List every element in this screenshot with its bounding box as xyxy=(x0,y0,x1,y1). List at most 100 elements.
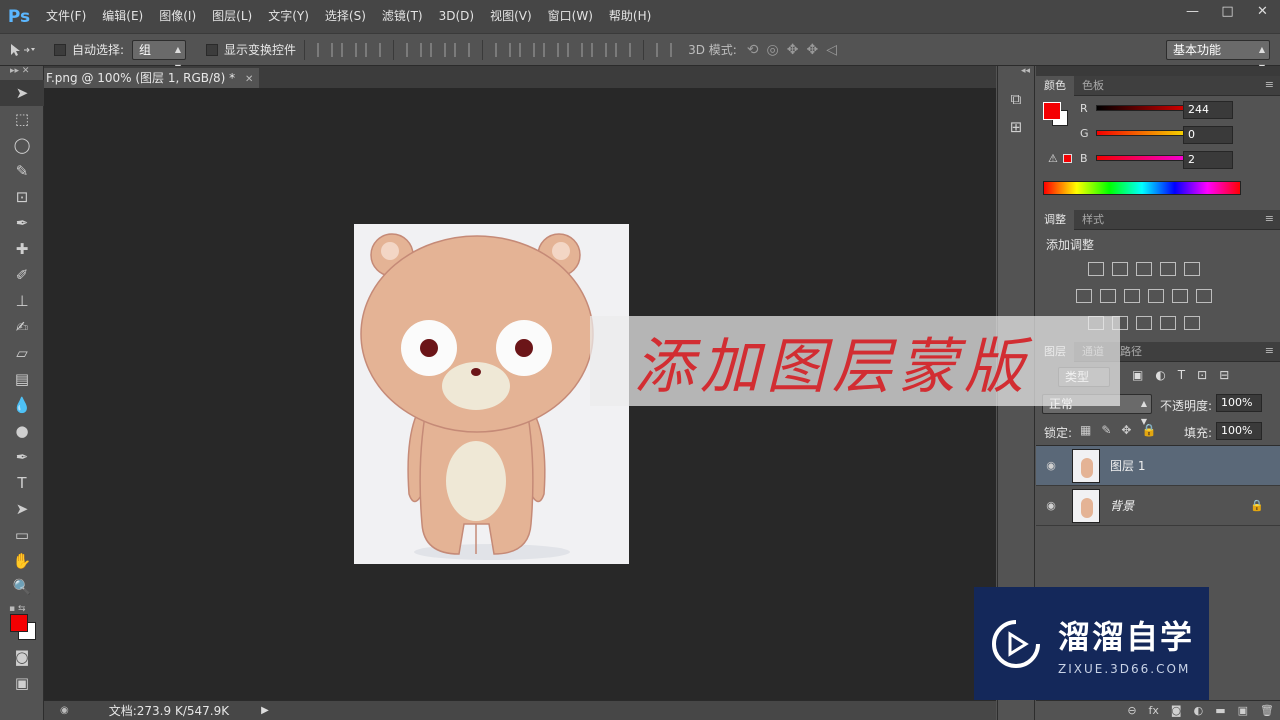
r-value[interactable]: 244 xyxy=(1183,101,1233,119)
distribute-right-icon[interactable] xyxy=(615,42,632,57)
fx-icon[interactable]: fx xyxy=(1149,704,1159,717)
gradient-tool-icon[interactable]: ▤ xyxy=(0,366,44,392)
color-balance-icon[interactable] xyxy=(1100,289,1116,303)
menu-image[interactable]: 图像(I) xyxy=(151,0,204,33)
fg-color-swatch[interactable] xyxy=(1043,102,1061,120)
trash-icon[interactable]: 🗑 xyxy=(1260,704,1274,717)
curves-icon[interactable] xyxy=(1136,262,1152,276)
quick-mask-icon[interactable]: ◙ xyxy=(0,644,44,670)
move-tool-icon[interactable] xyxy=(0,42,44,58)
dodge-tool-icon[interactable]: ● xyxy=(0,418,44,444)
new-layer-icon[interactable]: ▣ xyxy=(1238,704,1248,717)
add-mask-icon[interactable]: ◙ xyxy=(1171,704,1182,717)
color-lookup-icon[interactable] xyxy=(1196,289,1212,303)
history-brush-tool-icon[interactable]: ✍ xyxy=(0,314,44,340)
align-top-icon[interactable] xyxy=(317,42,334,57)
layer-filter-icons[interactable]: ▣◐T⊡⊟ xyxy=(1132,368,1241,382)
hand-tool-icon[interactable]: ✋ xyxy=(0,548,44,574)
stamp-tool-icon[interactable]: ⊥ xyxy=(0,288,44,314)
menu-type[interactable]: 文字(Y) xyxy=(260,0,317,33)
tab-styles[interactable]: 样式 xyxy=(1074,210,1112,230)
auto-align-icon[interactable] xyxy=(656,42,673,57)
photo-filter-icon[interactable] xyxy=(1148,289,1164,303)
menu-3d[interactable]: 3D(D) xyxy=(431,0,482,33)
tab-adjustments[interactable]: 调整 xyxy=(1036,209,1074,230)
distribute-vcenter-icon[interactable] xyxy=(519,42,536,57)
distribute-left-icon[interactable] xyxy=(567,42,584,57)
eyedropper-tool-icon[interactable]: ✒ xyxy=(0,210,44,236)
foreground-color-swatch[interactable] xyxy=(10,614,28,632)
auto-select-dropdown[interactable]: 组 ▲▼ xyxy=(132,39,187,72)
quick-select-tool-icon[interactable]: ✎ xyxy=(0,158,44,184)
3d-mode-icons[interactable]: ⟲◎✥✥◁ xyxy=(747,42,845,58)
lasso-tool-icon[interactable]: ◯ xyxy=(0,132,44,158)
align-hcenter-icon[interactable] xyxy=(430,42,447,57)
vibrance-icon[interactable] xyxy=(1184,262,1200,276)
close-tab-icon[interactable]: ✕ xyxy=(245,74,253,85)
menu-edit[interactable]: 编辑(E) xyxy=(94,0,151,33)
black-white-icon[interactable] xyxy=(1124,289,1140,303)
channel-mixer-icon[interactable] xyxy=(1172,289,1188,303)
gradient-map-icon[interactable] xyxy=(1184,316,1200,330)
distribute-hcenter-icon[interactable] xyxy=(591,42,608,57)
gamut-warning-icon[interactable]: ⚠ xyxy=(1048,152,1058,165)
brush-tool-icon[interactable]: ✐ xyxy=(0,262,44,288)
healing-brush-tool-icon[interactable]: ✚ xyxy=(0,236,44,262)
document-tab[interactable]: F.png @ 100% (图层 1, RGB/8) * ✕ xyxy=(44,68,260,88)
rectangle-tool-icon[interactable]: ▭ xyxy=(0,522,44,548)
default-colors-icon[interactable]: ▪ ⇆ xyxy=(9,604,26,614)
path-select-tool-icon[interactable]: ➤ xyxy=(0,496,44,522)
marquee-tool-icon[interactable]: ⬚ xyxy=(0,106,44,132)
align-right-icon[interactable] xyxy=(454,42,471,57)
color-spectrum[interactable] xyxy=(1043,181,1241,195)
panel-menu-icon[interactable]: ≡ xyxy=(1265,78,1274,91)
properties-panel-icon[interactable]: ⊞ xyxy=(998,118,1034,146)
move-tool-icon[interactable]: ➤ xyxy=(0,80,44,106)
tab-swatches[interactable]: 色板 xyxy=(1074,76,1112,96)
exposure-icon[interactable] xyxy=(1160,262,1176,276)
history-panel-icon[interactable]: ⧉ xyxy=(998,90,1034,118)
maximize-button[interactable]: □ xyxy=(1210,0,1245,22)
menu-file[interactable]: 文件(F) xyxy=(38,0,94,33)
collapse-icon[interactable]: ◂◂ xyxy=(998,66,1034,80)
hue-saturation-icon[interactable] xyxy=(1076,289,1092,303)
menu-layer[interactable]: 图层(L) xyxy=(204,0,260,33)
eye-icon[interactable]: ◉ xyxy=(1036,459,1066,472)
document-image[interactable] xyxy=(354,224,629,564)
auto-select-checkbox[interactable] xyxy=(54,43,66,56)
layer-row-background[interactable]: ◉ 背景 🔒 xyxy=(1036,486,1280,526)
collapse-icon[interactable]: ▸▸ ✕ xyxy=(0,66,43,80)
distribute-top-icon[interactable] xyxy=(495,42,512,57)
panel-menu-icon[interactable]: ≡ xyxy=(1265,212,1274,225)
gamut-swatch[interactable] xyxy=(1063,154,1072,163)
eraser-tool-icon[interactable]: ▱ xyxy=(0,340,44,366)
eye-icon[interactable]: ◉ xyxy=(1036,499,1066,512)
menu-filter[interactable]: 滤镜(T) xyxy=(374,0,431,33)
align-left-icon[interactable] xyxy=(406,42,423,57)
crop-tool-icon[interactable]: ⊡ xyxy=(0,184,44,210)
menu-window[interactable]: 窗口(W) xyxy=(540,0,601,33)
zoom-tool-icon[interactable]: 🔍 xyxy=(0,574,44,600)
panel-menu-icon[interactable]: ≡ xyxy=(1265,344,1274,357)
type-tool-icon[interactable]: T xyxy=(0,470,44,496)
selective-color-icon[interactable] xyxy=(1160,316,1176,330)
distribute-bottom-icon[interactable] xyxy=(543,42,560,57)
menu-view[interactable]: 视图(V) xyxy=(482,0,540,33)
status-menu-arrow-icon[interactable]: ▶ xyxy=(261,705,269,716)
brightness-icon[interactable] xyxy=(1088,262,1104,276)
b-value[interactable]: 2 xyxy=(1183,151,1233,169)
show-transform-checkbox[interactable] xyxy=(206,43,219,56)
blur-tool-icon[interactable]: 💧 xyxy=(0,392,44,418)
tab-color[interactable]: 颜色 xyxy=(1036,75,1074,96)
menu-select[interactable]: 选择(S) xyxy=(317,0,374,33)
align-bottom-icon[interactable] xyxy=(365,42,382,57)
link-layers-icon[interactable]: ⊖ xyxy=(1127,704,1136,717)
lock-icons[interactable]: ▦✎✥🔒 xyxy=(1080,423,1166,437)
close-button[interactable]: ✕ xyxy=(1245,0,1280,22)
layer-row-layer1[interactable]: ◉ 图层 1 xyxy=(1036,446,1280,486)
levels-icon[interactable] xyxy=(1112,262,1128,276)
minimize-button[interactable]: — xyxy=(1175,0,1210,22)
new-group-icon[interactable]: ▬ xyxy=(1215,704,1225,717)
adjustment-layer-icon[interactable]: ◐ xyxy=(1194,704,1204,717)
screen-mode-icon[interactable]: ▣ xyxy=(0,670,44,696)
